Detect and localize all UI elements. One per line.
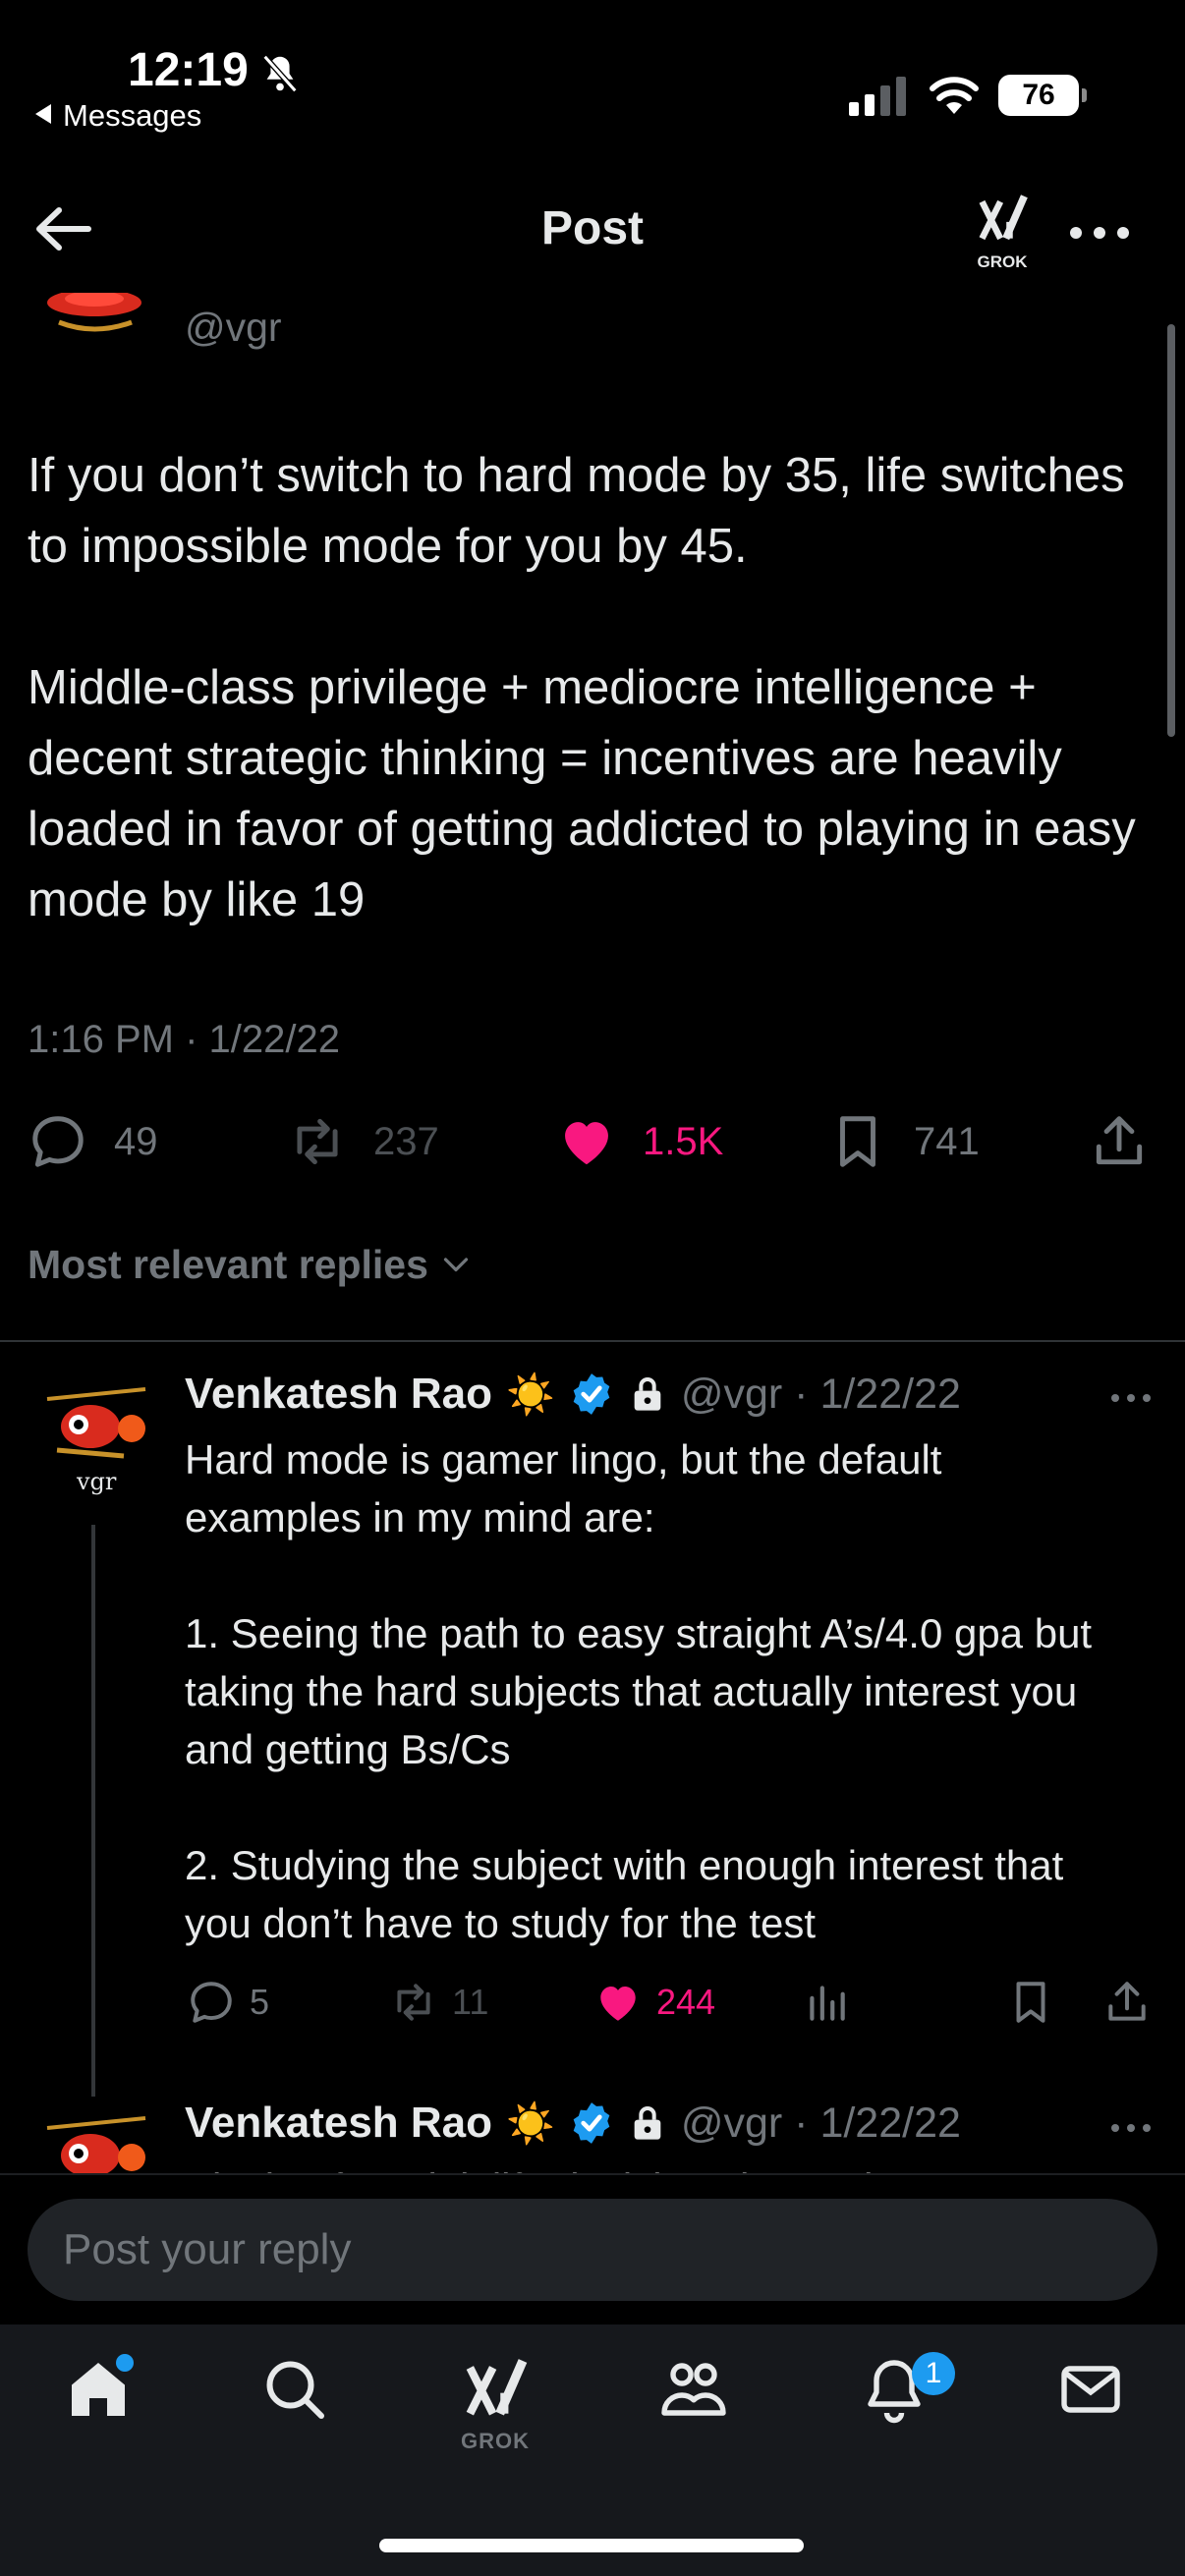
reply-author-name[interactable]: Venkatesh Rao	[185, 2099, 492, 2148]
reply-author-name[interactable]: Venkatesh Rao	[185, 1370, 492, 1419]
like-button[interactable]: 1.5K	[556, 1110, 723, 1173]
verified-badge-icon	[573, 2102, 610, 2144]
helicopter-avatar-icon	[47, 293, 141, 332]
back-to-messages-link[interactable]: Messages	[35, 98, 201, 134]
reply-reply-count: 5	[250, 1982, 270, 2022]
grok-icon	[979, 195, 1028, 241]
reply-input[interactable]	[28, 2199, 1157, 2301]
bookmark-count: 741	[914, 1119, 980, 1163]
reply-reply-button[interactable]: 5	[187, 1977, 269, 2028]
bookmark-button[interactable]: 741	[827, 1110, 980, 1173]
reply-meta: @vgr · 1/22/22	[680, 2099, 961, 2147]
post-timestamp[interactable]: 1:16 PM · 1/22/22	[28, 1018, 340, 1062]
reply-share-button[interactable]	[1102, 1977, 1165, 2028]
reply-icon	[191, 1982, 232, 2023]
avatar-text: vgr	[76, 1468, 117, 1495]
tab-communities[interactable]	[658, 2354, 737, 2442]
like-count: 1.5K	[643, 1119, 724, 1163]
status-time: 12:19	[128, 44, 249, 96]
reply-button[interactable]: 49	[28, 1110, 158, 1173]
back-triangle-icon	[35, 104, 51, 124]
repost-button[interactable]: 237	[287, 1110, 439, 1173]
home-indicator[interactable]	[379, 2539, 804, 2552]
helicopter-avatar-icon: vgr	[46, 1387, 146, 1495]
notification-badge: 1	[912, 2352, 955, 2395]
heart-filled-icon	[565, 1122, 608, 1165]
post-text: If you don’t switch to hard mode by 35, …	[28, 440, 1157, 935]
communities-icon	[661, 2363, 726, 2416]
grok-tab-label: GROK	[461, 2429, 530, 2453]
views-chart-icon	[810, 1986, 845, 2021]
verified-badge-icon	[573, 1373, 610, 1415]
post-paragraph: If you don’t switch to hard mode by 35, …	[28, 449, 1125, 573]
more-icon[interactable]	[1110, 2122, 1152, 2134]
more-icon[interactable]	[1069, 226, 1130, 240]
reply-paragraph: 2. Studying the subject with enough inte…	[185, 1842, 1064, 1946]
battery-icon: 76	[998, 75, 1087, 116]
bookmark-icon	[1016, 1982, 1045, 2023]
search-icon	[266, 2361, 324, 2419]
repost-count: 237	[373, 1119, 439, 1163]
reply-views-button[interactable]	[802, 1977, 865, 2028]
more-icon[interactable]	[1110, 1392, 1152, 1404]
author-handle[interactable]: @vgr	[185, 305, 282, 351]
reply-paragraph: Hard mode is gamer lingo, but the defaul…	[185, 1436, 942, 1540]
share-icon	[1108, 1982, 1146, 2021]
avatar[interactable]	[33, 293, 153, 369]
home-unread-dot	[116, 2354, 134, 2372]
replies-sort-dropdown[interactable]: Most relevant replies	[28, 1242, 474, 1288]
back-app-label: Messages	[63, 98, 202, 133]
reply-repost-button[interactable]: 11	[389, 1977, 488, 2028]
grok-button[interactable]: GROK	[973, 193, 1032, 271]
repost-icon	[297, 1118, 338, 1165]
reply-header: Venkatesh Rao ☀️ @vgr · 1/22/22	[185, 1370, 961, 1419]
sun-emoji: ☀️	[506, 1372, 555, 1417]
helicopter-avatar-icon	[46, 2116, 146, 2173]
post-paragraph: Middle-class privilege + mediocre intell…	[28, 661, 1136, 926]
bookmark-icon	[840, 1116, 875, 1167]
sort-label: Most relevant replies	[28, 1242, 428, 1287]
reply-header: Venkatesh Rao ☀️ @vgr · 1/22/22	[185, 2099, 961, 2148]
reply-repost-count: 11	[452, 1982, 489, 2022]
scrollbar[interactable]	[1167, 324, 1175, 737]
reply-meta: @vgr · 1/22/22	[680, 1370, 961, 1418]
tab-search[interactable]	[259, 2354, 338, 2442]
reply-avatar[interactable]: vgr	[33, 1385, 159, 1503]
reply-count: 49	[114, 1119, 158, 1163]
grok-icon	[466, 2359, 528, 2416]
lock-icon	[634, 1377, 661, 1411]
messages-icon	[1061, 2366, 1120, 2413]
cellular-signal-icon	[849, 77, 906, 116]
wifi-icon	[930, 77, 979, 114]
thread-line	[91, 1525, 95, 2097]
share-icon	[1096, 1116, 1143, 1165]
repost-icon	[397, 1984, 430, 2021]
share-button[interactable]	[1089, 1110, 1175, 1173]
bell-slash-icon	[262, 54, 298, 93]
reply-paragraph: 1. Seeing the path to easy straight A’s/…	[185, 1610, 1093, 1772]
reply-bookmark-button[interactable]	[1006, 1977, 1069, 2028]
reply-icon	[32, 1116, 84, 1167]
reply-text-cut: Playing for adult life decisions has a t…	[185, 2159, 1128, 2173]
divider	[0, 1340, 1185, 1342]
lock-icon	[634, 2106, 661, 2140]
reply-like-count: 244	[656, 1982, 716, 2022]
heart-filled-icon	[600, 1986, 636, 2021]
chevron-down-icon	[443, 1257, 469, 1271]
reply-avatar[interactable]	[33, 2114, 159, 2173]
grok-top-label: GROK	[977, 252, 1028, 271]
reply-text: Hard mode is gamer lingo, but the defaul…	[185, 1430, 1128, 1952]
tab-messages[interactable]	[1055, 2354, 1134, 2442]
reply-like-button[interactable]: 244	[593, 1977, 715, 2028]
sun-emoji: ☀️	[506, 2101, 555, 2146]
